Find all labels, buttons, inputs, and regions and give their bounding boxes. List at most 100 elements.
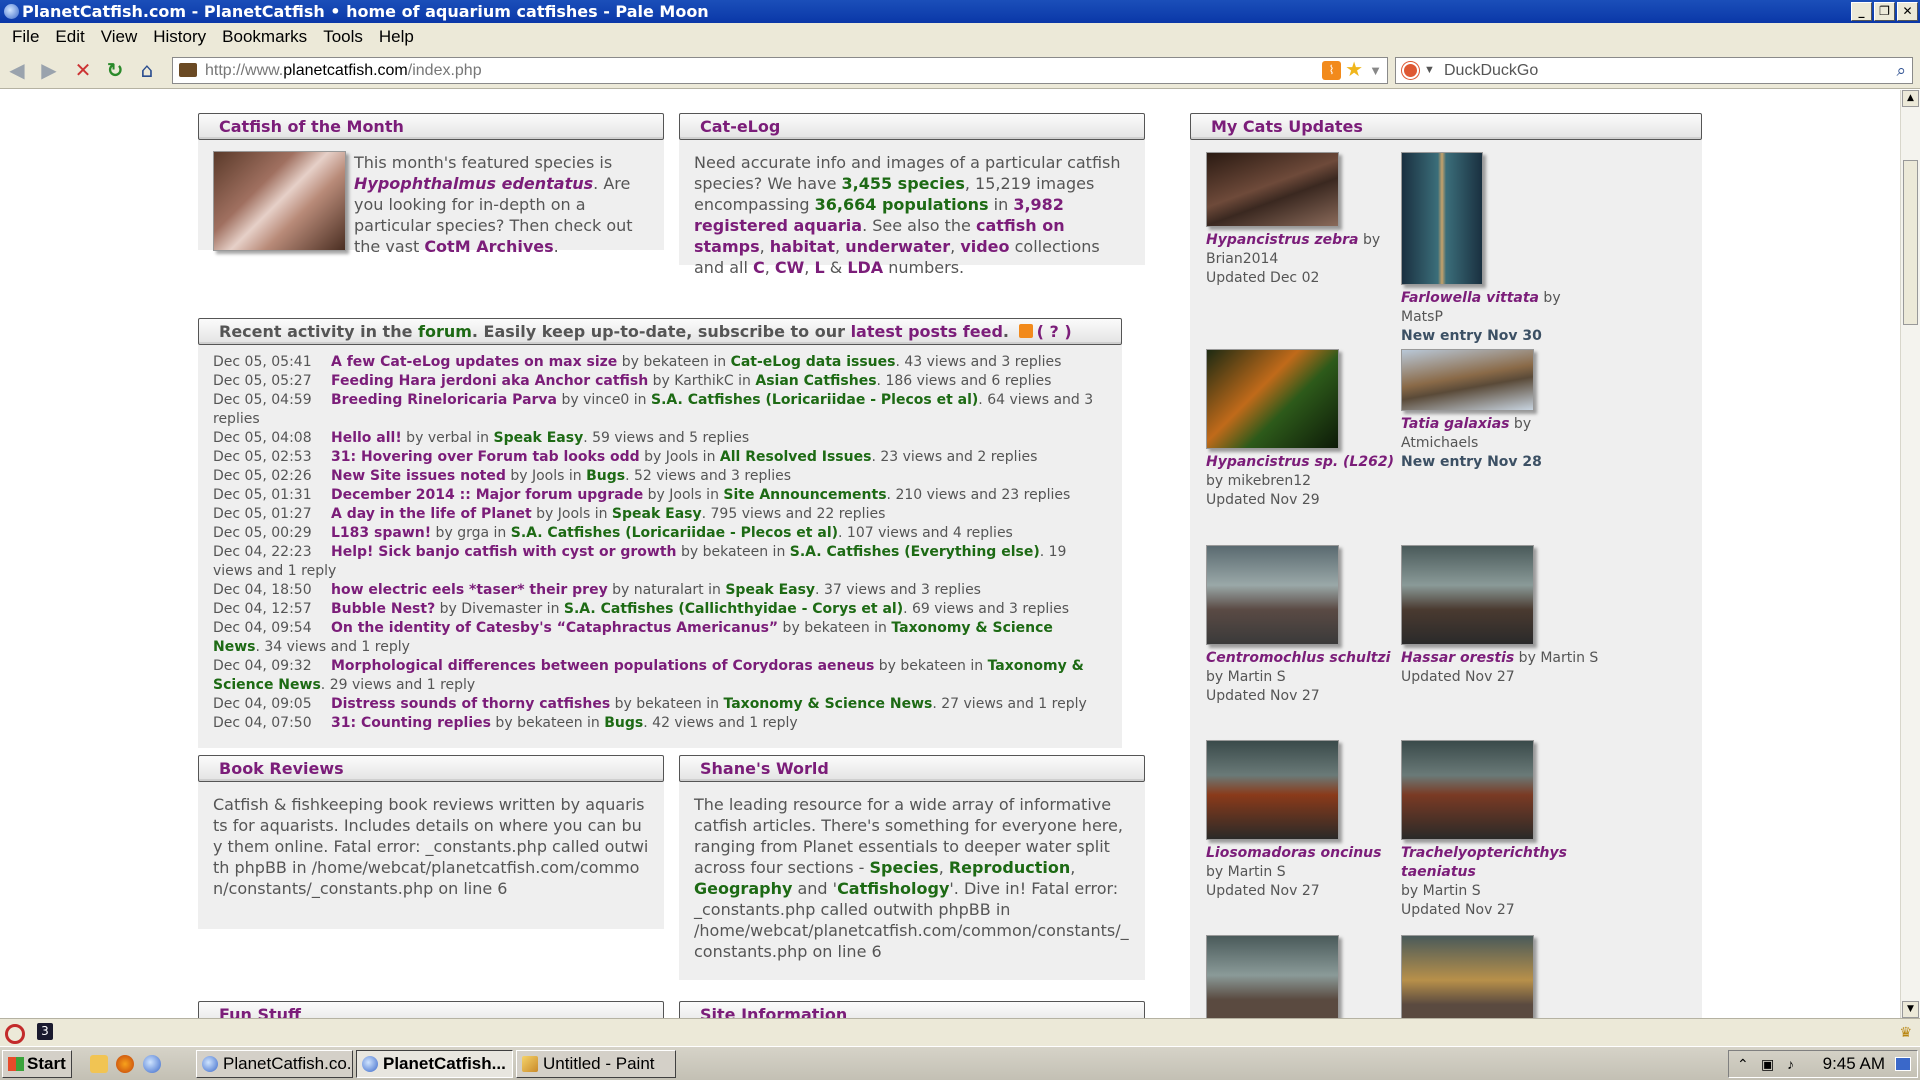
post-forum-link[interactable]: Speak Easy: [494, 430, 584, 446]
page-scrollbar[interactable]: ▲ ▼: [1900, 90, 1920, 1018]
catelog-heading[interactable]: Cat-eLog: [679, 113, 1145, 140]
menu-history[interactable]: History: [145, 27, 214, 47]
mycat-thumb[interactable]: [1206, 349, 1339, 449]
mycat-thumb[interactable]: [1206, 545, 1339, 645]
reload-icon[interactable]: ↻: [104, 59, 126, 81]
mycat-thumb[interactable]: [1401, 349, 1534, 411]
shanes-world-heading[interactable]: Shane's World: [679, 755, 1145, 782]
post-forum-link[interactable]: S.A. Catfishes (Everything else): [790, 544, 1040, 560]
title-bar[interactable]: PlanetCatfish.com - PlanetCatfish • home…: [0, 0, 1920, 23]
l-numbers-link[interactable]: L: [814, 258, 824, 277]
search-bar[interactable]: ▼ DuckDuckGo ⌕: [1395, 57, 1913, 84]
c-numbers-link[interactable]: C: [753, 258, 765, 277]
volume-icon[interactable]: ♪: [1787, 1051, 1794, 1077]
reproduction-section-link[interactable]: Reproduction: [949, 858, 1070, 877]
mycat-thumb[interactable]: [1206, 152, 1339, 227]
site-information-heading[interactable]: Site Information: [679, 1001, 1145, 1018]
post-title-link[interactable]: Morphological differences between popula…: [331, 658, 874, 674]
statusbar-addon-icon[interactable]: ♛: [1899, 1025, 1912, 1041]
post-forum-link[interactable]: All Resolved Issues: [720, 449, 872, 465]
post-forum-link[interactable]: Speak Easy: [612, 506, 702, 522]
cotm-archives-link[interactable]: CotM Archives: [424, 237, 553, 256]
post-forum-link[interactable]: Asian Catfishes: [755, 373, 876, 389]
menu-bookmarks[interactable]: Bookmarks: [214, 27, 315, 47]
menu-file[interactable]: File: [4, 27, 47, 47]
post-forum-link[interactable]: S.A. Catfishes (Loricariidae - Plecos et…: [651, 392, 978, 408]
mycat-name-link[interactable]: Trachelyopterichthys taeniatus: [1401, 845, 1567, 880]
menu-view[interactable]: View: [93, 27, 146, 47]
post-title-link[interactable]: Distress sounds of thorny catfishes: [331, 696, 610, 712]
populations-link[interactable]: 36,664 populations: [815, 195, 989, 214]
search-icon[interactable]: ⌕: [1896, 58, 1906, 83]
rss-feed-icon[interactable]: [1018, 324, 1033, 338]
rss-feed-icon[interactable]: ⌇: [1322, 61, 1341, 80]
mycat-thumb[interactable]: [1206, 935, 1339, 1018]
post-title-link[interactable]: Breeding Rineloricaria Parva: [331, 392, 557, 408]
duckduckgo-icon[interactable]: [1402, 62, 1419, 79]
minimize-button[interactable]: _: [1851, 2, 1872, 21]
mycat-thumb[interactable]: [1401, 545, 1534, 645]
cotm-heading[interactable]: Catfish of the Month: [198, 113, 664, 140]
post-forum-link[interactable]: Bugs: [604, 715, 643, 731]
video-link[interactable]: video: [960, 237, 1009, 256]
home-icon[interactable]: ⌂: [136, 59, 158, 81]
taskbar-item-palemoon-1[interactable]: PlanetCatfish.co...: [196, 1050, 353, 1078]
cotm-species-link[interactable]: Hypophthalmus edentatus: [354, 174, 593, 193]
clock[interactable]: 9:45 AM: [1823, 1051, 1885, 1077]
network-icon[interactable]: ▣: [1761, 1051, 1774, 1077]
post-title-link[interactable]: New Site issues noted: [331, 468, 506, 484]
post-title-link[interactable]: December 2014 :: Major forum upgrade: [331, 487, 643, 503]
post-title-link[interactable]: how electric eels *taser* their prey: [331, 582, 608, 598]
start-button[interactable]: Start: [2, 1050, 72, 1078]
post-title-link[interactable]: A day in the life of Planet: [331, 506, 532, 522]
forum-link[interactable]: forum: [418, 322, 472, 341]
mycat-thumb[interactable]: [1206, 740, 1339, 840]
post-forum-link[interactable]: Speak Easy: [725, 582, 815, 598]
fun-stuff-heading[interactable]: Fun Stuff: [198, 1001, 664, 1018]
post-forum-link[interactable]: S.A. Catfishes (Loricariidae - Plecos et…: [511, 525, 838, 541]
taskbar-item-palemoon-2[interactable]: PlanetCatfish...: [356, 1050, 513, 1078]
mycat-name-link[interactable]: Liosomadoras oncinus: [1206, 845, 1381, 861]
url-dropdown-icon[interactable]: ▼: [1369, 58, 1382, 83]
mycat-name-link[interactable]: Hypancistrus zebra: [1206, 232, 1359, 248]
lda-numbers-link[interactable]: LDA: [847, 258, 883, 277]
tray-expand-icon[interactable]: ⌃: [1737, 1051, 1749, 1077]
addon-badge[interactable]: 3: [37, 1023, 53, 1040]
url-bar[interactable]: http://www.planetcatfish.com/index.php ⌇…: [172, 57, 1388, 84]
book-reviews-heading[interactable]: Book Reviews: [198, 755, 664, 782]
close-button[interactable]: ✕: [1897, 2, 1918, 21]
post-forum-link[interactable]: Bugs: [586, 468, 625, 484]
quicklaunch-firefox-icon[interactable]: [116, 1055, 134, 1073]
post-forum-link[interactable]: Cat-eLog data issues: [731, 354, 896, 370]
catfishology-section-link[interactable]: Catfishology: [837, 879, 949, 898]
post-title-link[interactable]: Help! Sick banjo catfish with cyst or gr…: [331, 544, 677, 560]
mycat-thumb[interactable]: [1401, 935, 1534, 1018]
mycat-name-link[interactable]: Hassar orestis: [1401, 650, 1514, 666]
stop-icon[interactable]: ✕: [72, 59, 94, 81]
post-title-link[interactable]: Hello all!: [331, 430, 402, 446]
my-cats-heading[interactable]: My Cats Updates: [1190, 113, 1702, 140]
show-desktop-icon[interactable]: [1895, 1057, 1911, 1071]
post-title-link[interactable]: 31: Counting replies: [331, 715, 491, 731]
habitat-link[interactable]: habitat: [770, 237, 835, 256]
quicklaunch-folder-icon[interactable]: [90, 1055, 108, 1073]
cw-numbers-link[interactable]: CW: [775, 258, 804, 277]
mycat-thumb[interactable]: [1401, 152, 1483, 285]
search-engine-dropdown-icon[interactable]: ▼: [1424, 58, 1435, 83]
menu-tools[interactable]: Tools: [315, 27, 371, 47]
post-title-link[interactable]: Bubble Nest?: [331, 601, 435, 617]
menu-edit[interactable]: Edit: [47, 27, 92, 47]
post-forum-link[interactable]: Taxonomy & Science News: [723, 696, 932, 712]
quicklaunch-palemoon-icon[interactable]: [143, 1055, 161, 1073]
post-title-link[interactable]: Feeding Hara jerdoni aka Anchor catfish: [331, 373, 648, 389]
back-icon[interactable]: ◀: [6, 59, 28, 81]
noscript-icon[interactable]: [5, 1024, 25, 1044]
scroll-up-icon[interactable]: ▲: [1902, 90, 1919, 107]
underwater-link[interactable]: underwater: [845, 237, 950, 256]
post-forum-link[interactable]: S.A. Catfishes (Callichthyidae - Corys e…: [564, 601, 903, 617]
cotm-photo[interactable]: [213, 151, 346, 251]
post-title-link[interactable]: 31: Hovering over Forum tab looks odd: [331, 449, 640, 465]
post-title-link[interactable]: On the identity of Catesby's “Cataphract…: [331, 620, 778, 636]
scroll-down-icon[interactable]: ▼: [1902, 1001, 1919, 1018]
mycat-name-link[interactable]: Hypancistrus sp. (L262): [1206, 454, 1394, 470]
